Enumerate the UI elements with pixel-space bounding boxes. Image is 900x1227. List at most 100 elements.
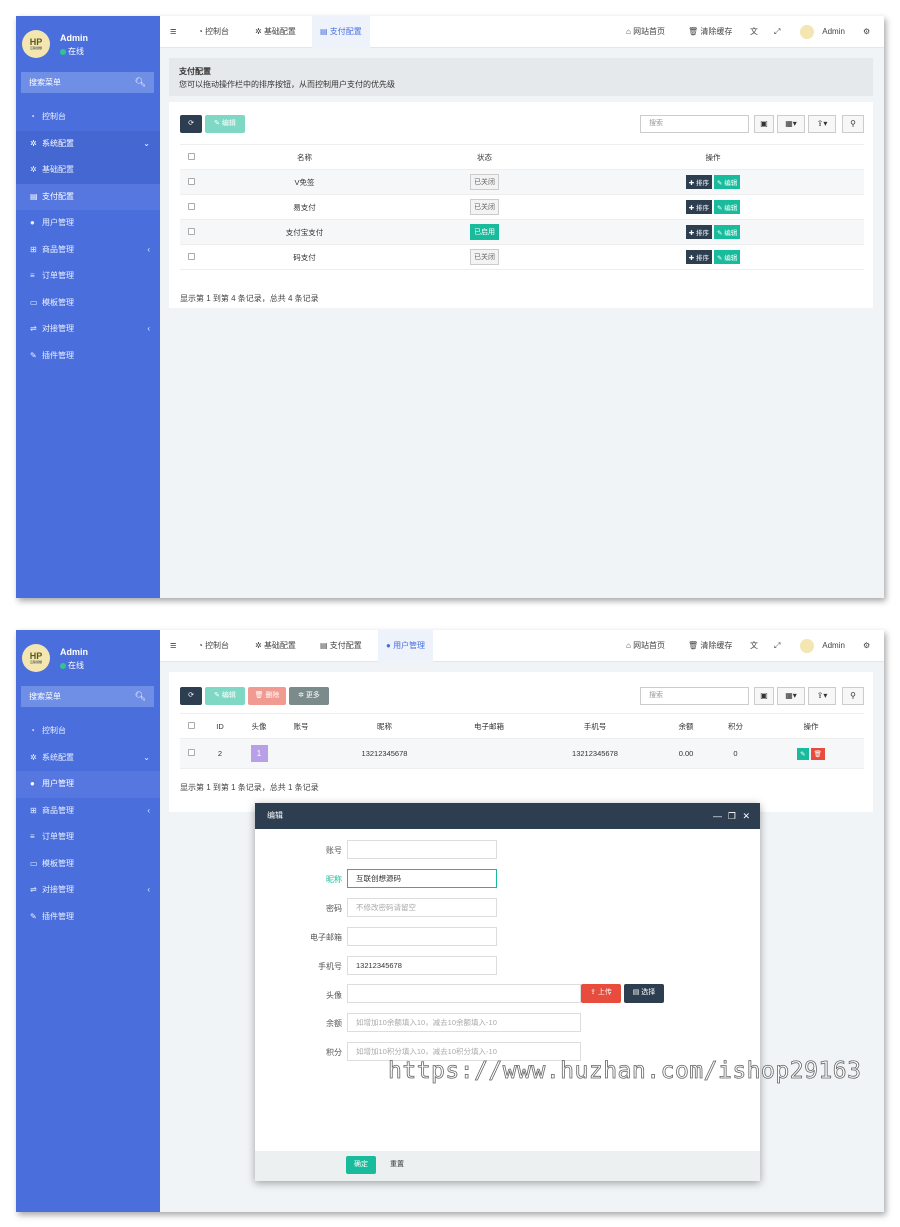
account-field[interactable] (347, 840, 497, 859)
row-edit-button[interactable]: ✎ (797, 747, 809, 760)
status-badge[interactable]: 已关闭 (470, 199, 499, 215)
row-checkbox[interactable] (180, 219, 202, 245)
col-balance[interactable]: 余额 (659, 713, 713, 739)
sidebar-item-users[interactable]: ● 用户管理 (16, 771, 160, 798)
search-menu-input[interactable]: 搜索菜单 🔍︎ (21, 72, 154, 93)
sidebar-item-orders[interactable]: ≡ 订单管理 (16, 263, 160, 290)
sort-button[interactable]: ✚ 排序 (685, 175, 712, 189)
menu-toggle-icon[interactable]: ≡ (170, 16, 176, 48)
status-badge[interactable]: 已关闭 (470, 174, 499, 190)
sidebar-item-docking[interactable]: ⇌ 对接管理 ‹ (16, 877, 160, 904)
close-icon[interactable]: ✕ (742, 803, 750, 829)
row-checkbox[interactable] (180, 194, 202, 220)
search-toggle-button[interactable]: ⚲ (842, 115, 864, 133)
email-field[interactable] (347, 927, 497, 946)
sidebar-item-orders[interactable]: ≡ 订单管理 (16, 824, 160, 851)
sidebar-item-system-config[interactable]: ✲ 系统配置 ⌄ (16, 130, 160, 157)
sidebar-item-goods[interactable]: ⊞ 商品管理 ‹ (16, 237, 160, 264)
sidebar-item-users[interactable]: ● 用户管理 (16, 210, 160, 237)
confirm-button[interactable]: 确定 (346, 1156, 376, 1174)
password-field[interactable]: 不修改密码请留空 (347, 898, 497, 917)
sidebar-item-templates[interactable]: ▭ 模板管理 (16, 851, 160, 878)
col-id[interactable]: ID (202, 713, 238, 739)
search-icon[interactable]: 🔍︎ (135, 686, 146, 707)
tab-dashboard[interactable]: ◔ 控制台 (198, 16, 229, 48)
tab-pay-config[interactable]: ▤ 支付配置 (320, 630, 362, 662)
refresh-button[interactable]: ⟳ (180, 687, 202, 705)
edit-button[interactable]: ✎ 编辑 (205, 687, 245, 705)
more-button[interactable]: ✲ 更多 (289, 687, 329, 705)
select-all-checkbox[interactable] (180, 144, 202, 170)
maximize-icon[interactable]: ❐ (728, 803, 736, 829)
tab-dashboard[interactable]: ◔ 控制台 (198, 630, 229, 662)
sidebar-item-docking[interactable]: ⇌ 对接管理 ‹ (16, 316, 160, 343)
columns-button[interactable]: ▦▾ (777, 687, 805, 705)
reset-button[interactable]: 重置 (382, 1156, 412, 1174)
delete-button[interactable]: 🗑︎ 删除 (248, 687, 286, 705)
tab-pay-config[interactable]: ▤ 支付配置 (312, 16, 370, 48)
col-points[interactable]: 积分 (713, 713, 758, 739)
row-edit-button[interactable]: ✎ 编辑 (714, 200, 741, 214)
language-icon[interactable]: 文 (750, 16, 758, 48)
top-avatar[interactable]: Admin (800, 16, 845, 48)
sidebar-item-label: 对接管理 (42, 324, 74, 333)
search-input[interactable]: 搜索 (640, 687, 749, 705)
edit-button[interactable]: ✎ 编辑 (205, 115, 245, 133)
sidebar-item-templates[interactable]: ▭ 模板管理 (16, 290, 160, 317)
balance-field[interactable]: 如增加10余额填入10，减去10余额填入-10 (347, 1013, 581, 1032)
minimize-icon[interactable]: — (713, 803, 722, 829)
status-badge[interactable]: 已关闭 (470, 249, 499, 265)
settings-icon[interactable]: ⚙ (863, 16, 870, 48)
language-icon[interactable]: 文 (750, 630, 758, 662)
sidebar-item-pay-config[interactable]: ▤ 支付配置 (16, 183, 160, 210)
nickname-field[interactable]: 互联创想源码 (347, 869, 497, 888)
columns-button[interactable]: ▦▾ (777, 115, 805, 133)
avatar-field[interactable] (347, 984, 581, 1003)
refresh-button[interactable]: ⟳ (180, 115, 202, 133)
site-home-link[interactable]: ⌂ 网站首页 (626, 630, 665, 662)
upload-button[interactable]: ⇪ 上传 (581, 984, 621, 1003)
search-input[interactable]: 搜索 (640, 115, 749, 133)
sidebar-item-plugins[interactable]: ✎ 插件管理 (16, 904, 160, 931)
upload-icon: ⇪ (590, 989, 598, 996)
tab-basic-config[interactable]: ✲ 基础配置 (255, 630, 296, 662)
choose-button[interactable]: ▤ 选择 (624, 984, 664, 1003)
row-checkbox[interactable] (180, 244, 202, 270)
settings-icon[interactable]: ⚙ (863, 630, 870, 662)
phone-field[interactable]: 13212345678 (347, 956, 497, 975)
clear-cache-button[interactable]: 🗑︎ 清除缓存 (688, 630, 732, 662)
search-toggle-button[interactable]: ⚲ (842, 687, 864, 705)
top-avatar[interactable]: Admin (800, 630, 845, 662)
fullscreen-icon[interactable]: ⤢ (774, 630, 780, 662)
sidebar-item-system-config[interactable]: ✲ 系统配置 ⌄ (16, 745, 160, 772)
sidebar-item-dashboard[interactable]: ◔ 控制台 (16, 104, 160, 131)
row-checkbox[interactable] (180, 738, 202, 769)
sidebar-item-goods[interactable]: ⊞ 商品管理 ‹ (16, 798, 160, 825)
search-icon[interactable]: 🔍︎ (135, 72, 146, 93)
tab-basic-config[interactable]: ✲ 基础配置 (255, 16, 296, 48)
tab-users[interactable]: ● 用户管理 (378, 630, 434, 662)
toggle-view-button[interactable]: ▣ (754, 687, 774, 705)
sort-button[interactable]: ✚ 排序 (685, 250, 712, 264)
export-button[interactable]: ⇪▾ (808, 115, 836, 133)
row-edit-button[interactable]: ✎ 编辑 (714, 250, 741, 264)
sidebar-item-plugins[interactable]: ✎ 插件管理 (16, 343, 160, 370)
row-delete-button[interactable]: 🗑︎ (810, 747, 825, 760)
status-badge[interactable]: 已启用 (470, 224, 499, 240)
clear-cache-button[interactable]: 🗑︎ 清除缓存 (688, 16, 732, 48)
sort-button[interactable]: ✚ 排序 (685, 200, 712, 214)
fullscreen-icon[interactable]: ⤢ (774, 16, 780, 48)
search-menu-input[interactable]: 搜索菜单 🔍︎ (21, 686, 154, 707)
user-avatar[interactable]: 1 (250, 745, 268, 762)
toggle-view-button[interactable]: ▣ (754, 115, 774, 133)
menu-toggle-icon[interactable]: ≡ (170, 630, 176, 662)
sidebar-item-dashboard[interactable]: ◔ 控制台 (16, 718, 160, 745)
export-button[interactable]: ⇪▾ (808, 687, 836, 705)
select-all-checkbox[interactable] (180, 713, 202, 739)
sidebar-item-basic-config[interactable]: ✲ 基础配置 (16, 157, 160, 184)
row-checkbox[interactable] (180, 169, 202, 195)
site-home-link[interactable]: ⌂ 网站首页 (626, 16, 665, 48)
sort-button[interactable]: ✚ 排序 (685, 225, 712, 239)
row-edit-button[interactable]: ✎ 编辑 (714, 225, 741, 239)
row-edit-button[interactable]: ✎ 编辑 (714, 175, 741, 189)
